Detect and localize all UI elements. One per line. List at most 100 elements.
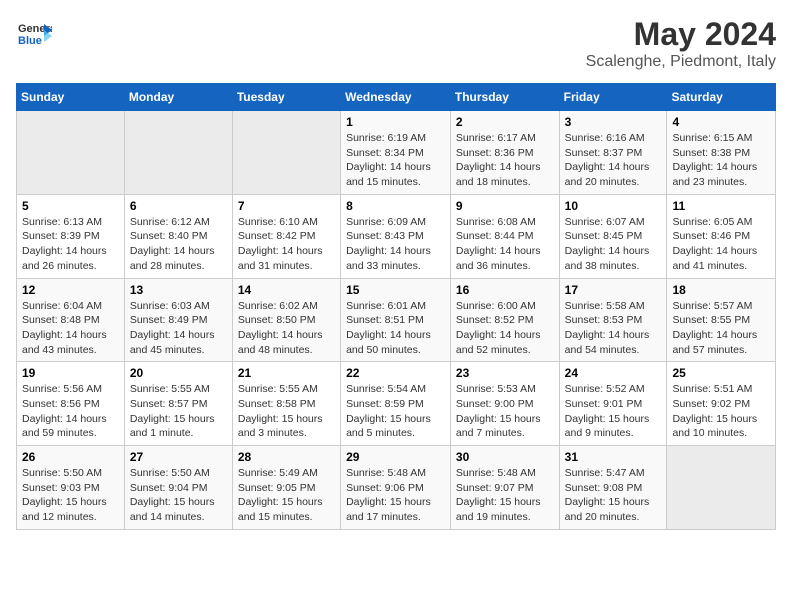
day-info: Sunrise: 5:54 AMSunset: 8:59 PMDaylight:… <box>346 382 445 441</box>
day-number: 24 <box>565 366 662 380</box>
day-number: 23 <box>456 366 554 380</box>
calendar-cell: 21 Sunrise: 5:55 AMSunset: 8:58 PMDayligh… <box>232 362 340 446</box>
calendar-cell: 12 Sunrise: 6:04 AMSunset: 8:48 PMDayligh… <box>17 278 125 362</box>
header-thursday: Thursday <box>450 84 559 111</box>
calendar-cell: 16 Sunrise: 6:00 AMSunset: 8:52 PMDayligh… <box>450 278 559 362</box>
day-number: 15 <box>346 283 445 297</box>
sub-title: Scalenghe, Piedmont, Italy <box>586 53 776 71</box>
calendar-cell: 8Sunrise: 6:09 AMSunset: 8:43 PMDaylight… <box>341 194 451 278</box>
day-number: 29 <box>346 450 445 464</box>
calendar-cell: 6Sunrise: 6:12 AMSunset: 8:40 PMDaylight… <box>124 194 232 278</box>
calendar-cell: 9 Sunrise: 6:08 AMSunset: 8:44 PMDaylight… <box>450 194 559 278</box>
calendar-cell: 2 Sunrise: 6:17 AMSunset: 8:36 PMDaylight… <box>450 111 559 195</box>
day-number: 10 <box>565 199 662 213</box>
day-info: Sunrise: 6:19 AMSunset: 8:34 PMDaylight:… <box>346 131 445 190</box>
day-info: Sunrise: 6:10 AMSunset: 8:42 PMDaylight:… <box>238 215 335 274</box>
day-info: Sunrise: 5:48 AMSunset: 9:07 PMDaylight:… <box>456 466 554 525</box>
day-info: Sunrise: 5:47 AMSunset: 9:08 PMDaylight:… <box>565 466 662 525</box>
day-info: Sunrise: 5:50 AMSunset: 9:03 PMDaylight:… <box>22 466 119 525</box>
header-saturday: Saturday <box>667 84 776 111</box>
calendar-cell <box>124 111 232 195</box>
day-info: Sunrise: 5:57 AMSunset: 8:55 PMDaylight:… <box>672 299 770 358</box>
day-number: 31 <box>565 450 662 464</box>
day-number: 9 <box>456 199 554 213</box>
calendar-cell: 29 Sunrise: 5:48 AMSunset: 9:06 PMDayligh… <box>341 446 451 530</box>
day-number: 17 <box>565 283 662 297</box>
calendar-cell: 18 Sunrise: 5:57 AMSunset: 8:55 PMDayligh… <box>667 278 776 362</box>
calendar-cell: 23Sunrise: 5:53 AMSunset: 9:00 PMDayligh… <box>450 362 559 446</box>
logo: General Blue <box>16 16 52 52</box>
calendar-cell: 17 Sunrise: 5:58 AMSunset: 8:53 PMDayligh… <box>559 278 667 362</box>
day-info: Sunrise: 5:48 AMSunset: 9:06 PMDaylight:… <box>346 466 445 525</box>
day-number: 18 <box>672 283 770 297</box>
day-info: Sunrise: 6:09 AMSunset: 8:43 PMDaylight:… <box>346 215 445 274</box>
day-info: Sunrise: 6:03 AMSunset: 8:49 PMDaylight:… <box>130 299 227 358</box>
calendar-cell: 26 Sunrise: 5:50 AMSunset: 9:03 PMDayligh… <box>17 446 125 530</box>
day-number: 6 <box>130 199 227 213</box>
day-number: 4 <box>672 115 770 129</box>
day-number: 12 <box>22 283 119 297</box>
calendar-cell: 14 Sunrise: 6:02 AMSunset: 8:50 PMDayligh… <box>232 278 340 362</box>
day-info: Sunrise: 6:08 AMSunset: 8:44 PMDaylight:… <box>456 215 554 274</box>
calendar-table: SundayMondayTuesdayWednesdayThursdayFrid… <box>16 83 776 530</box>
calendar-cell: 25 Sunrise: 5:51 AMSunset: 9:02 PMDayligh… <box>667 362 776 446</box>
page-header: General Blue May 2024 Scalenghe, Piedmon… <box>16 16 776 71</box>
week-row-3: 12 Sunrise: 6:04 AMSunset: 8:48 PMDayligh… <box>17 278 776 362</box>
header-sunday: Sunday <box>17 84 125 111</box>
day-info: Sunrise: 6:17 AMSunset: 8:36 PMDaylight:… <box>456 131 554 190</box>
day-info: Sunrise: 6:13 AMSunset: 8:39 PMDaylight:… <box>22 215 119 274</box>
day-info: Sunrise: 5:51 AMSunset: 9:02 PMDaylight:… <box>672 382 770 441</box>
day-number: 28 <box>238 450 335 464</box>
day-info: Sunrise: 6:15 AMSunset: 8:38 PMDaylight:… <box>672 131 770 190</box>
day-number: 21 <box>238 366 335 380</box>
day-info: Sunrise: 5:49 AMSunset: 9:05 PMDaylight:… <box>238 466 335 525</box>
day-info: Sunrise: 5:56 AMSunset: 8:56 PMDaylight:… <box>22 382 119 441</box>
day-info: Sunrise: 5:55 AMSunset: 8:57 PMDaylight:… <box>130 382 227 441</box>
day-info: Sunrise: 6:01 AMSunset: 8:51 PMDaylight:… <box>346 299 445 358</box>
header-friday: Friday <box>559 84 667 111</box>
day-number: 2 <box>456 115 554 129</box>
calendar-cell: 11Sunrise: 6:05 AMSunset: 8:46 PMDayligh… <box>667 194 776 278</box>
day-number: 25 <box>672 366 770 380</box>
day-number: 13 <box>130 283 227 297</box>
day-number: 16 <box>456 283 554 297</box>
calendar-cell <box>17 111 125 195</box>
week-row-1: 1 Sunrise: 6:19 AMSunset: 8:34 PMDaylight… <box>17 111 776 195</box>
day-info: Sunrise: 6:00 AMSunset: 8:52 PMDaylight:… <box>456 299 554 358</box>
day-number: 26 <box>22 450 119 464</box>
calendar-cell: 5 Sunrise: 6:13 AMSunset: 8:39 PMDaylight… <box>17 194 125 278</box>
day-number: 22 <box>346 366 445 380</box>
calendar-cell: 28 Sunrise: 5:49 AMSunset: 9:05 PMDayligh… <box>232 446 340 530</box>
header-wednesday: Wednesday <box>341 84 451 111</box>
day-number: 27 <box>130 450 227 464</box>
calendar-cell: 22 Sunrise: 5:54 AMSunset: 8:59 PMDayligh… <box>341 362 451 446</box>
calendar-cell: 3Sunrise: 6:16 AMSunset: 8:37 PMDaylight… <box>559 111 667 195</box>
day-number: 20 <box>130 366 227 380</box>
calendar-cell: 27 Sunrise: 5:50 AMSunset: 9:04 PMDayligh… <box>124 446 232 530</box>
calendar-header-row: SundayMondayTuesdayWednesdayThursdayFrid… <box>17 84 776 111</box>
title-block: May 2024 Scalenghe, Piedmont, Italy <box>586 16 776 71</box>
day-number: 1 <box>346 115 445 129</box>
day-number: 5 <box>22 199 119 213</box>
day-info: Sunrise: 6:02 AMSunset: 8:50 PMDaylight:… <box>238 299 335 358</box>
calendar-cell <box>667 446 776 530</box>
calendar-cell: 7Sunrise: 6:10 AMSunset: 8:42 PMDaylight… <box>232 194 340 278</box>
day-info: Sunrise: 5:55 AMSunset: 8:58 PMDaylight:… <box>238 382 335 441</box>
main-title: May 2024 <box>586 16 776 53</box>
calendar-cell: 10Sunrise: 6:07 AMSunset: 8:45 PMDayligh… <box>559 194 667 278</box>
calendar-cell: 31 Sunrise: 5:47 AMSunset: 9:08 PMDayligh… <box>559 446 667 530</box>
day-number: 11 <box>672 199 770 213</box>
day-number: 19 <box>22 366 119 380</box>
calendar-cell: 30 Sunrise: 5:48 AMSunset: 9:07 PMDayligh… <box>450 446 559 530</box>
calendar-cell: 24 Sunrise: 5:52 AMSunset: 9:01 PMDayligh… <box>559 362 667 446</box>
day-number: 3 <box>565 115 662 129</box>
day-info: Sunrise: 5:58 AMSunset: 8:53 PMDaylight:… <box>565 299 662 358</box>
day-number: 30 <box>456 450 554 464</box>
calendar-cell: 20 Sunrise: 5:55 AMSunset: 8:57 PMDayligh… <box>124 362 232 446</box>
calendar-cell: 19 Sunrise: 5:56 AMSunset: 8:56 PMDayligh… <box>17 362 125 446</box>
day-info: Sunrise: 5:50 AMSunset: 9:04 PMDaylight:… <box>130 466 227 525</box>
header-tuesday: Tuesday <box>232 84 340 111</box>
day-info: Sunrise: 6:04 AMSunset: 8:48 PMDaylight:… <box>22 299 119 358</box>
day-info: Sunrise: 5:52 AMSunset: 9:01 PMDaylight:… <box>565 382 662 441</box>
day-number: 14 <box>238 283 335 297</box>
